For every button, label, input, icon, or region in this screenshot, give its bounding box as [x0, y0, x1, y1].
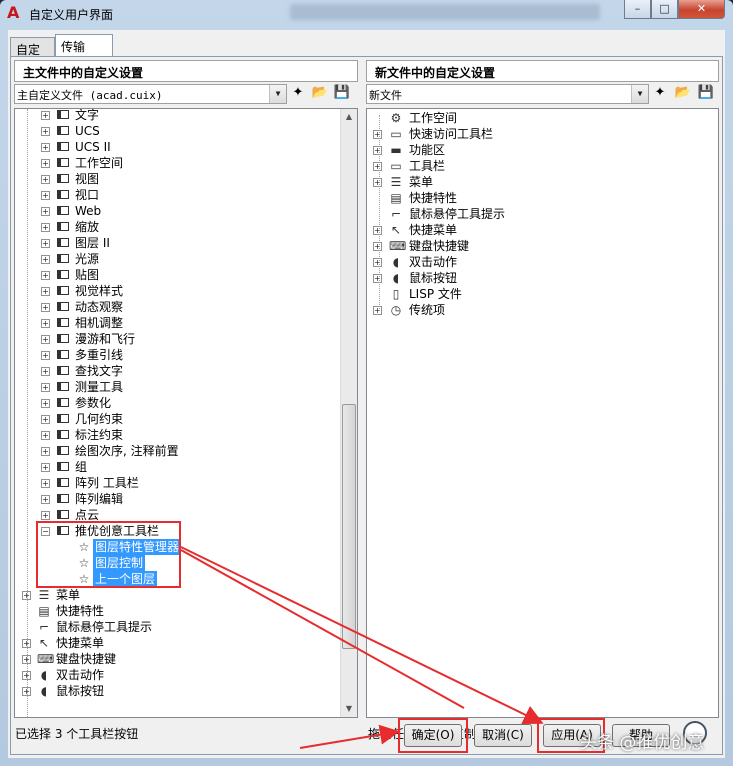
arrow-line: [180, 549, 465, 709]
arrow-to-apply: [180, 546, 544, 724]
dialog-window: A 自定义用户界面 – □ ✕ 自定义 传输 主文件中的自定义设置 主自定义文件…: [0, 0, 733, 766]
annotation-arrows: [180, 546, 544, 749]
arrow-to-ok: [299, 724, 400, 749]
watermark-text: 头条 @推优创意: [580, 733, 705, 753]
